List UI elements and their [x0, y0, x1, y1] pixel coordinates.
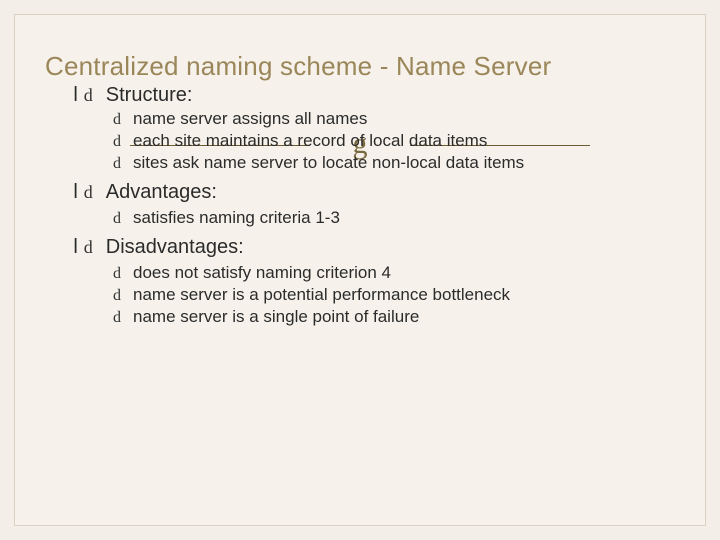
section-label: Advantages:	[106, 181, 217, 203]
bullet-icon: d	[84, 182, 106, 203]
section-advantages: dAdvantages: dsatisfies naming criteria …	[73, 181, 679, 228]
list-text: name server is a potential performance b…	[133, 285, 510, 304]
list-text: satisfies naming criteria 1-3	[133, 208, 340, 227]
bullet-icon: d	[113, 265, 133, 283]
bullet-icon: d	[113, 287, 133, 305]
slide-frame: Centralized naming scheme - Name Server …	[14, 14, 706, 526]
section-label: Disadvantages:	[106, 236, 244, 258]
bullet-icon: d	[113, 210, 133, 228]
list-item: ddoes not satisfy naming criterion 4	[113, 263, 679, 283]
list-text: does not satisfy naming criterion 4	[133, 263, 391, 282]
section-structure: dStructure: dname server assigns all nam…	[73, 84, 679, 173]
bullet-icon: d	[113, 111, 133, 129]
bullet-icon: d	[113, 155, 133, 173]
list-item: dname server is a potential performance …	[113, 285, 679, 305]
list-text: sites ask name server to locate non-loca…	[133, 153, 524, 172]
list-text: each site maintains a record of local da…	[133, 131, 487, 150]
list-text: name server is a single point of failure	[133, 307, 419, 326]
bullet-icon: d	[113, 133, 133, 151]
slide-content: dStructure: dname server assigns all nam…	[73, 84, 679, 327]
bullet-icon: d	[113, 309, 133, 327]
list-item: deach site maintains a record of local d…	[113, 131, 679, 151]
list-item: dsatisfies naming criteria 1-3	[113, 208, 679, 228]
section-label: Structure:	[106, 84, 193, 106]
list-item: dsites ask name server to locate non-loc…	[113, 153, 679, 173]
section-disadvantages: dDisadvantages: ddoes not satisfy naming…	[73, 236, 679, 327]
list-item: dname server assigns all names	[113, 109, 679, 129]
list-item: dname server is a single point of failur…	[113, 307, 679, 327]
bullet-icon: d	[84, 237, 106, 258]
list-text: name server assigns all names	[133, 109, 367, 128]
bullet-icon: d	[84, 85, 106, 106]
slide-title: Centralized naming scheme - Name Server	[45, 51, 679, 82]
